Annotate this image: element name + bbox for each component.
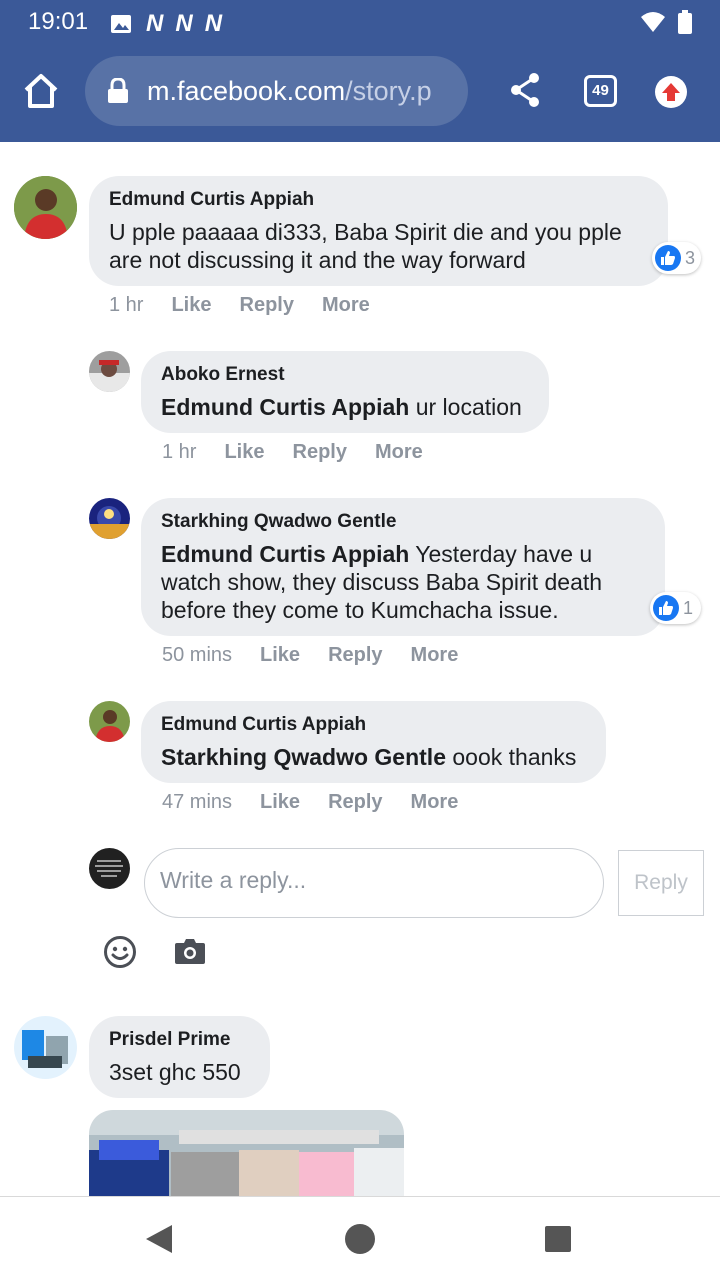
url-path: /story.p [345, 76, 432, 106]
reply-author[interactable]: Aboko Ernest [161, 363, 529, 387]
system-navigation-bar [0, 1196, 720, 1280]
submit-reply-button[interactable]: Reply [618, 850, 704, 916]
reaction-number: 3 [685, 247, 696, 268]
comment-photo[interactable] [89, 1110, 404, 1196]
comment-time: 1 hr [109, 294, 144, 316]
camera-icon[interactable] [174, 937, 206, 965]
reply-bubble: Edmund Curtis Appiah Starkhing Qwadwo Ge… [141, 701, 606, 783]
avatar[interactable] [14, 1016, 77, 1079]
avatar[interactable] [89, 701, 130, 742]
status-bar: 19:01 N N N [0, 0, 720, 44]
wifi-icon [641, 12, 665, 32]
back-icon[interactable] [144, 1223, 174, 1255]
home-icon[interactable] [22, 72, 60, 110]
n-icon: N [204, 10, 222, 37]
reply-button[interactable]: Reply [293, 441, 347, 464]
reaction-count[interactable]: 3 [652, 242, 702, 274]
notification-icons: N N N [110, 10, 222, 38]
reply-actions: 47 mins Like Reply More [162, 791, 486, 814]
battery-icon [678, 10, 692, 34]
n-icon: N [146, 10, 163, 37]
update-icon[interactable] [655, 76, 687, 108]
comment-author[interactable]: Prisdel Prime [109, 1028, 250, 1052]
reply-button[interactable]: Reply [328, 644, 382, 667]
more-button[interactable]: More [411, 644, 459, 667]
reaction-number: 1 [683, 597, 694, 618]
reply-author[interactable]: Starkhing Qwadwo Gentle [161, 510, 645, 534]
like-reaction-icon [655, 245, 681, 271]
reply-time: 1 hr [162, 441, 197, 463]
comment-bubble: Prisdel Prime 3set ghc 550 [89, 1016, 270, 1098]
reply-actions: 50 mins Like Reply More [162, 644, 486, 667]
share-icon[interactable] [508, 72, 542, 108]
reply-bubble: Aboko Ernest Edmund Curtis Appiah ur loc… [141, 351, 549, 433]
mention-link[interactable]: Edmund Curtis Appiah [161, 541, 409, 567]
reply-input-wrapper [144, 848, 604, 918]
recents-icon[interactable] [544, 1225, 572, 1253]
comment-actions: 1 hr Like Reply More [109, 294, 398, 317]
comment-text: U pple paaaaa di333, Baba Spirit die and… [109, 219, 622, 273]
tab-count: 49 [592, 82, 609, 99]
reply-text: Edmund Curtis Appiah Yesterday have u wa… [161, 540, 645, 624]
avatar[interactable] [89, 498, 130, 539]
reply-button[interactable]: Reply [240, 294, 294, 317]
reply-message: oook thanks [445, 744, 577, 770]
url-text: m.facebook.com/story.p [147, 76, 457, 107]
emoji-icon[interactable] [103, 935, 137, 969]
reaction-count[interactable]: 1 [650, 592, 702, 624]
home-nav-icon[interactable] [344, 1223, 376, 1255]
more-button[interactable]: More [375, 441, 423, 464]
reply-time: 50 mins [162, 644, 233, 666]
image-icon [111, 15, 131, 33]
avatar[interactable] [14, 176, 77, 239]
reply-button[interactable]: Reply [328, 791, 382, 814]
mention-link[interactable]: Edmund Curtis Appiah [161, 394, 409, 420]
status-time: 19:01 [28, 8, 89, 35]
reply-text: Edmund Curtis Appiah ur location [161, 393, 529, 421]
like-button[interactable]: Like [260, 644, 300, 667]
comment-author[interactable]: Edmund Curtis Appiah [109, 188, 648, 212]
reply-bubble: Starkhing Qwadwo Gentle Edmund Curtis Ap… [141, 498, 665, 636]
reply-input[interactable] [160, 867, 580, 894]
lock-icon [108, 78, 128, 103]
reply-time: 47 mins [162, 791, 233, 813]
like-reaction-icon [653, 595, 679, 621]
like-button[interactable]: Like [260, 791, 300, 814]
reply-author[interactable]: Edmund Curtis Appiah [161, 713, 586, 737]
comment-text: 3set ghc 550 [109, 1059, 241, 1085]
avatar[interactable] [89, 351, 130, 392]
current-user-avatar [89, 848, 130, 889]
like-button[interactable]: Like [171, 294, 211, 317]
more-button[interactable]: More [411, 791, 459, 814]
url-domain: m.facebook.com [147, 76, 346, 106]
more-button[interactable]: More [322, 294, 370, 317]
url-bar[interactable]: m.facebook.com/story.p [85, 56, 468, 126]
like-button[interactable]: Like [224, 441, 264, 464]
reply-text: Starkhing Qwadwo Gentle oook thanks [161, 743, 586, 771]
browser-toolbar: m.facebook.com/story.p 49 [0, 44, 720, 142]
mention-link[interactable]: Starkhing Qwadwo Gentle [161, 744, 446, 770]
comment-bubble: Edmund Curtis Appiah U pple paaaaa di333… [89, 176, 668, 286]
reply-message: ur location [409, 394, 522, 420]
tab-switcher-button[interactable]: 49 [584, 75, 617, 107]
reply-actions: 1 hr Like Reply More [162, 441, 451, 464]
n-icon: N [175, 10, 192, 37]
